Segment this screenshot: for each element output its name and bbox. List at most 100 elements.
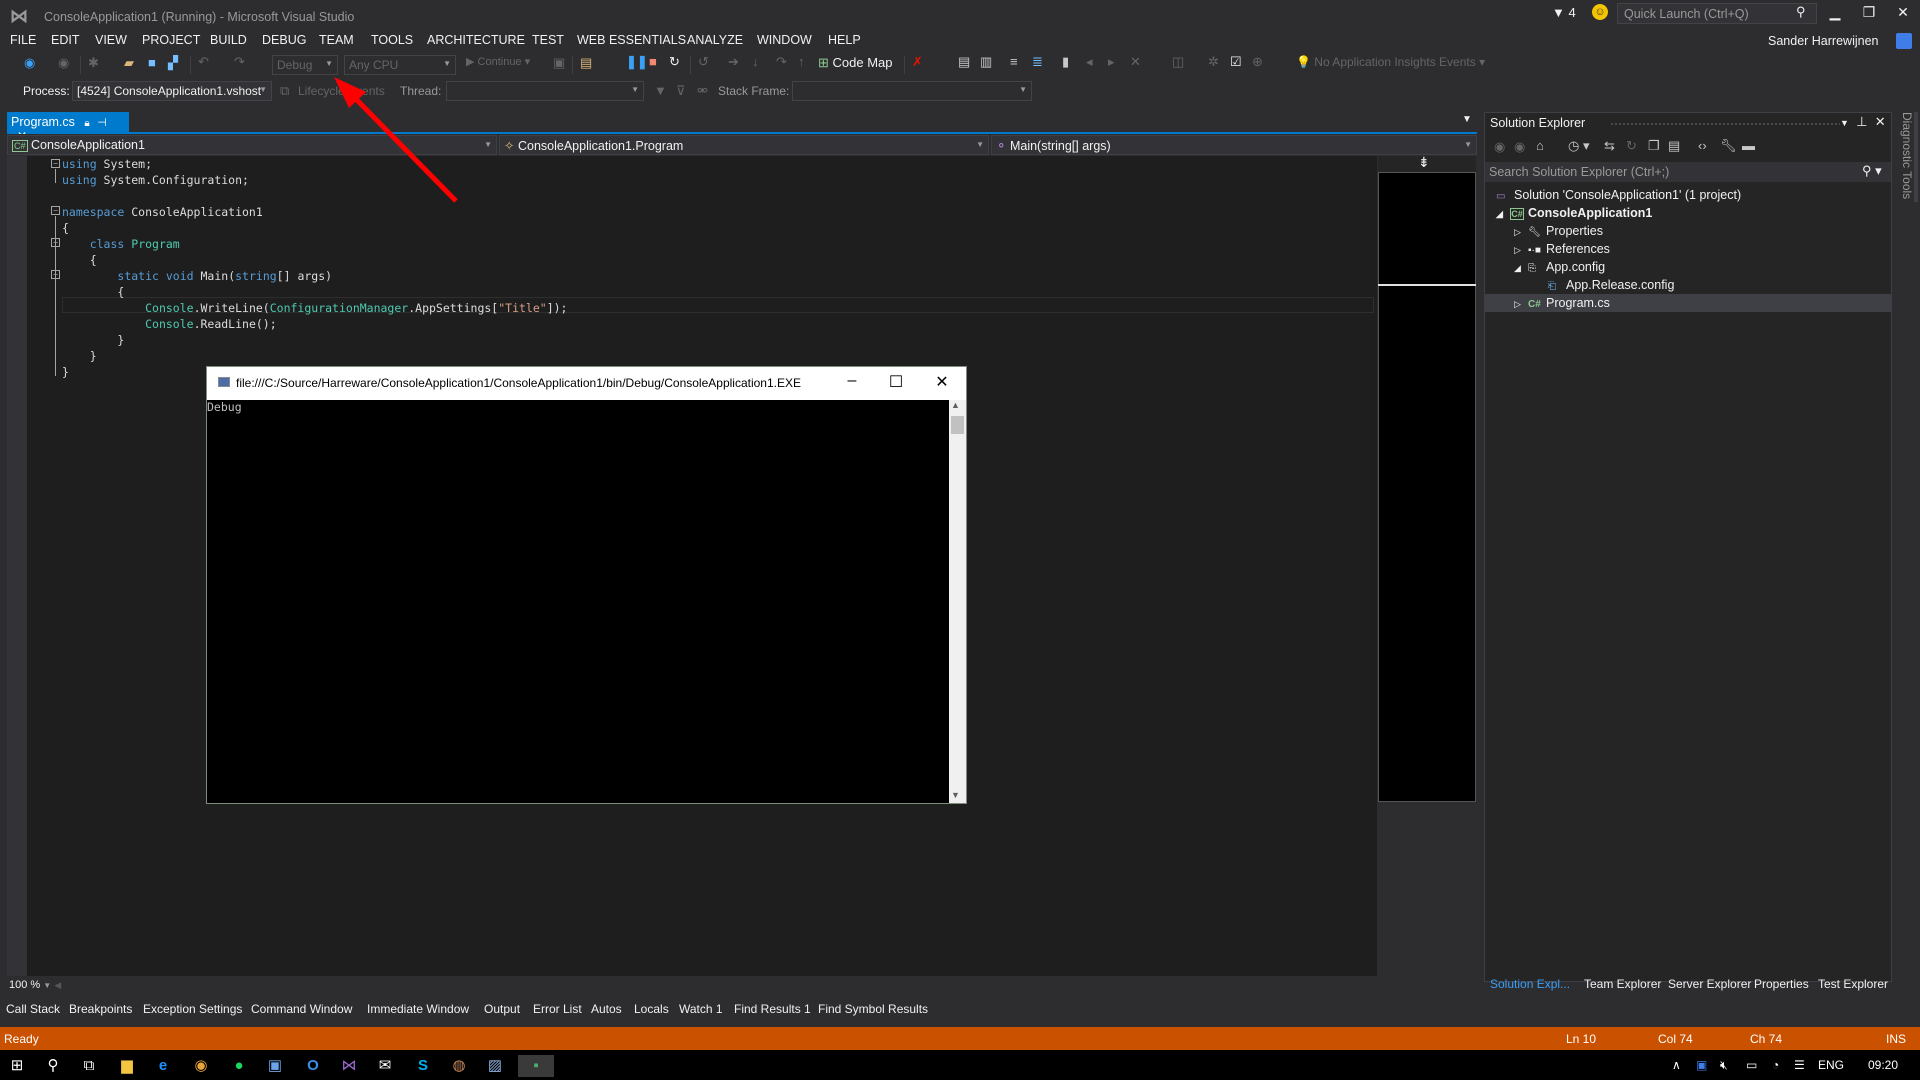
pin-icon[interactable]: ⊥ [1856,114,1867,129]
menu-team[interactable]: TEAM [319,33,354,47]
clear-bookmarks-icon[interactable]: ✕ [1130,54,1141,70]
language-indicator[interactable]: ENG [1818,1058,1844,1072]
stop-debugging-icon[interactable]: ■ [649,54,657,69]
comment-icon[interactable]: ≣ [1032,54,1043,70]
bookmark-icon[interactable]: ▮ [1062,54,1069,70]
step-over-icon[interactable]: ↓ [752,54,759,69]
flag-thread-icon[interactable]: ▼ [654,83,667,98]
tab-error-list[interactable]: Error List [533,1002,582,1016]
tab-solution-explorer[interactable]: Solution Expl... [1490,977,1570,991]
show-next-statement-icon[interactable]: ↺ [698,54,709,70]
feedback-smiley-icon[interactable]: ☺ [1592,4,1608,20]
show-all-files-icon[interactable]: ▤ [1668,138,1680,154]
app-icon[interactable]: ◍ [448,1055,470,1077]
tree-item-app-config[interactable]: ◢ ⎘ App.config [1514,258,1605,276]
scroll-up-icon[interactable]: ▲ [951,400,960,410]
quick-launch-input[interactable]: Quick Launch (Ctrl+Q) [1617,3,1817,24]
menu-help[interactable]: HELP [828,33,861,47]
step-into-icon[interactable]: ➔ [728,54,739,70]
file-explorer-icon[interactable]: ▆ [116,1055,138,1077]
collapsed-icon[interactable]: ▷ [1514,241,1528,259]
attach-icon[interactable]: ▣ [553,55,565,71]
volume-muted-icon[interactable]: 🔇︎ [1720,1058,1728,1073]
pin-icon[interactable]: ⊣ [97,117,107,129]
indent-icon[interactable]: ≡ [1010,54,1018,69]
clock[interactable]: 09:20 [1868,1058,1898,1072]
preview-icon[interactable]: ▬ [1742,138,1755,153]
lock-icon[interactable]: ▣ [1696,1058,1707,1072]
tab-find-symbol-results[interactable]: Find Symbol Results [818,1002,928,1016]
publish-icon[interactable]: ☑ [1230,54,1242,70]
properties-icon[interactable]: 🔧︎ [1720,138,1737,154]
zoom-select[interactable]: 100 % ▼ ◀ [7,978,67,994]
user-account[interactable]: Sander Harrewijnen [1768,34,1878,48]
diagnostic-tools-side-tab[interactable]: Diagnostic Tools [1894,112,1914,212]
menu-architecture[interactable]: ARCHITECTURE [427,33,525,47]
step-over-arc-icon[interactable]: ↷ [776,54,787,70]
collapse-all-icon[interactable]: ❐ [1648,138,1660,154]
flag-just-my-code-icon[interactable]: ⊽ [676,83,686,99]
remote-desktop-icon[interactable]: ▣ [264,1055,286,1077]
tab-call-stack[interactable]: Call Stack [6,1002,60,1016]
web-icon[interactable]: ⊕ [1252,54,1263,70]
menu-edit[interactable]: EDIT [51,33,79,47]
mail-icon[interactable]: ✉ [374,1055,396,1077]
wifi-icon[interactable]: ◔ [1772,1058,1779,1072]
scroll-left-icon[interactable]: ◀ [54,980,61,990]
breakpoints-icon[interactable]: ✗ [912,54,923,70]
tab-find-results-1[interactable]: Find Results 1 [734,1002,811,1016]
split-stacks-icon[interactable]: ⚮ [697,83,708,99]
task-view-icon[interactable]: ⧉ [78,1055,100,1077]
break-all-icon[interactable]: ❚❚ [626,54,648,70]
close-button[interactable]: ✕ [1888,4,1918,24]
home-icon[interactable]: ⌂ [1536,138,1544,153]
tree-item-solution[interactable]: ▭ Solution 'ConsoleApplication1' (1 proje… [1496,186,1741,204]
solution-search-input[interactable]: Search Solution Explorer (Ctrl+;) [1485,162,1891,182]
tab-test-explorer[interactable]: Test Explorer [1818,977,1888,991]
horizontal-scrollbar[interactable] [7,976,1377,994]
tab-output[interactable]: Output [484,1002,520,1016]
skype-icon[interactable]: S [412,1055,434,1077]
stack-frame-select[interactable]: ▼ [792,81,1032,101]
tab-program-cs[interactable]: Program.cs 🔒︎ ⊣ ✕ [7,112,129,143]
navigate-back-icon[interactable]: ◉ [24,55,35,71]
tab-autos[interactable]: Autos [591,1002,622,1016]
search-icon[interactable]: ⚲ ▾ [1862,163,1882,179]
tree-item-app-release-config[interactable]: ⎗ App.Release.config [1548,276,1674,294]
notifications-button[interactable]: ▼ 4 [1552,5,1576,20]
tab-exception-settings[interactable]: Exception Settings [143,1002,242,1016]
split-window-icon[interactable]: ⇟ [1418,154,1430,171]
project-dropdown[interactable]: C# ConsoleApplication1 ▼ [7,135,497,155]
console-scrollbar[interactable] [949,400,966,803]
action-center-icon[interactable]: ☰ [1794,1058,1805,1072]
process-select[interactable]: [4524] ConsoleApplication1.vshost ▼ [72,81,272,101]
restart-icon[interactable]: ↻ [669,54,680,70]
menu-file[interactable]: FILE [10,33,36,47]
tab-properties[interactable]: Properties [1754,977,1809,991]
undo-icon[interactable]: ↶ [198,54,209,70]
menu-test[interactable]: TEST [532,33,564,47]
tab-command-window[interactable]: Command Window [251,1002,352,1016]
start-icon[interactable]: ⊞ [6,1055,28,1077]
thread-select[interactable]: ▼ [446,81,644,101]
menu-tools[interactable]: TOOLS [371,33,413,47]
code-map-button[interactable]: ⊞ Code Map [818,55,893,71]
find-in-files-icon[interactable]: ▤ [580,55,592,71]
menu-window[interactable]: WINDOW [757,33,812,47]
chrome-icon[interactable]: ◉ [190,1055,212,1077]
pending-changes-icon[interactable]: ◷ ▾ [1568,138,1589,154]
menu-debug[interactable]: DEBUG [262,33,306,47]
application-insights-button[interactable]: 💡 No Application Insights Events ▾ [1296,55,1485,69]
scroll-down-icon[interactable]: ▼ [951,790,960,800]
save-icon[interactable]: ■ [148,55,156,70]
search-icon[interactable]: ⚲ [42,1055,64,1077]
open-file-icon[interactable]: ▰ [124,55,134,71]
visual-studio-icon[interactable]: ⋈ [338,1055,360,1077]
next-bookmark-icon[interactable]: ▸ [1108,54,1115,70]
console-maximize-button[interactable]: ☐ [876,372,916,394]
expanded-icon[interactable]: ◢ [1514,259,1528,277]
forward-icon[interactable]: ◉ [1514,139,1525,155]
app2-icon[interactable]: ▨ [484,1055,506,1077]
spotify-icon[interactable]: ● [228,1055,250,1077]
tree-item-properties[interactable]: ▷ 🔧︎ Properties [1514,222,1603,240]
